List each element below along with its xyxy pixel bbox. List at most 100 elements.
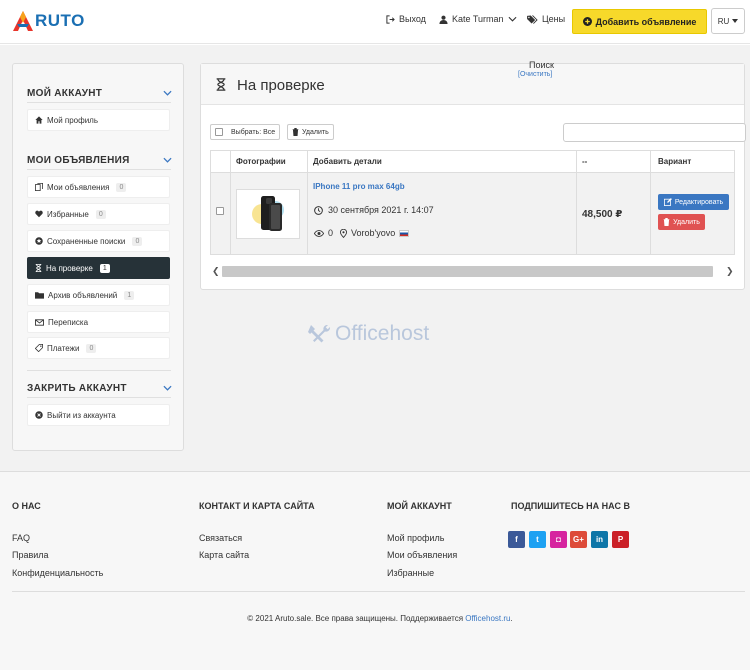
divider xyxy=(650,173,651,254)
divider xyxy=(307,151,308,173)
documents-icon xyxy=(35,183,43,191)
trash-icon xyxy=(292,128,299,136)
chevron-down-icon[interactable] xyxy=(163,157,172,163)
divider xyxy=(307,173,308,254)
close-account-title: ЗАКРИТЬ АККАУНТ xyxy=(27,383,127,394)
sidebar-item-pending[interactable]: На проверке 1 xyxy=(27,257,170,279)
sidebar-item-my-ads[interactable]: Мои объявления 0 xyxy=(27,176,170,198)
footer-link-rules[interactable]: Правила xyxy=(12,550,49,560)
column-header-price[interactable]: -- xyxy=(582,157,587,166)
divider xyxy=(27,370,171,371)
row-checkbox[interactable] xyxy=(216,207,224,215)
views-count: 0 xyxy=(328,228,334,238)
chevron-down-icon xyxy=(508,16,517,22)
search-label: Поиск xyxy=(529,60,554,70)
bulk-delete-label: Удалить xyxy=(302,128,329,136)
sidebar-item-logout[interactable]: Выйти из аккаунта xyxy=(27,404,170,426)
language-select[interactable]: RU xyxy=(711,8,745,34)
officehost-watermark: Officehost xyxy=(308,322,429,346)
logo[interactable]: RUTO xyxy=(12,9,85,33)
chevron-down-icon[interactable] xyxy=(163,385,172,391)
google-plus-icon[interactable]: G+ xyxy=(570,531,587,548)
pinterest-icon[interactable]: P xyxy=(612,531,629,548)
edit-icon xyxy=(663,198,672,206)
delete-button[interactable]: Удалить xyxy=(658,214,705,230)
search-clear-link[interactable]: [Очистить] xyxy=(518,71,552,78)
count-badge: 1 xyxy=(124,290,135,300)
phone-image xyxy=(252,196,284,231)
add-listing-button[interactable]: Добавить объявление xyxy=(572,9,707,34)
trash-icon xyxy=(663,218,670,226)
footer-divider xyxy=(12,591,745,592)
listing-date-text: 30 сентября 2021 г. 14:07 xyxy=(328,205,434,215)
select-all-checkbox[interactable] xyxy=(215,128,223,136)
page-title: На проверке xyxy=(237,77,325,94)
sidebar-item-label: Сохраненные поиски xyxy=(47,236,126,246)
clock-icon xyxy=(314,205,323,215)
count-badge: 1 xyxy=(99,263,110,273)
horizontal-scrollbar[interactable] xyxy=(222,266,713,277)
sidebar-item-payments[interactable]: Платежи 0 xyxy=(27,337,170,359)
sidebar-item-saved-searches[interactable]: Сохраненные поиски 0 xyxy=(27,230,170,252)
divider xyxy=(27,397,171,398)
linkedin-icon[interactable]: in xyxy=(591,531,608,548)
column-header-photos[interactable]: Фотографии xyxy=(236,157,286,166)
listing-title-link[interactable]: IPhone 11 pro max 64gb xyxy=(313,182,405,191)
folder-icon xyxy=(35,292,44,299)
eye-icon xyxy=(314,229,324,237)
tag-icon xyxy=(35,344,43,352)
logout-icon xyxy=(386,14,395,24)
sidebar-item-favorites[interactable]: Избранные 0 xyxy=(27,203,170,225)
scroll-left-arrow[interactable]: ❮ xyxy=(212,266,220,277)
column-header-details[interactable]: Добавить детали xyxy=(313,157,382,166)
twitter-icon[interactable]: t xyxy=(529,531,546,548)
footer-link-contact[interactable]: Связаться xyxy=(199,533,242,543)
select-all-button[interactable]: Выбрать: Все xyxy=(210,124,281,140)
footer-social-title: ПОДПИШИТЕСЬ НА НАС В xyxy=(511,501,630,511)
officehost-link[interactable]: Officehost.ru xyxy=(465,614,510,623)
footer-link-sitemap[interactable]: Карта сайта xyxy=(199,550,249,560)
listing-thumbnail[interactable] xyxy=(236,189,300,239)
column-header-option[interactable]: Вариант xyxy=(658,157,691,166)
sidebar-item-label: Переписка xyxy=(48,317,89,327)
watermark-text: Officehost xyxy=(335,322,430,345)
footer-about-title: О НАС xyxy=(12,501,41,511)
sidebar-item-label: Избранные xyxy=(47,209,89,219)
account-section-title: МОЙ АККАУНТ xyxy=(27,88,103,99)
envelope-icon xyxy=(35,318,44,326)
user-menu[interactable]: Kate Turman xyxy=(439,14,517,24)
star-circle-icon xyxy=(35,237,43,245)
footer-link-faq[interactable]: FAQ xyxy=(12,533,30,543)
footer-link-my-ads[interactable]: Мои объявления xyxy=(387,550,457,560)
footer xyxy=(0,471,750,670)
location-text: Vorob'yovo xyxy=(351,228,396,238)
logout-link[interactable]: Выход xyxy=(386,14,426,24)
footer-link-profile[interactable]: Мой профиль xyxy=(387,533,444,543)
language-value: RU xyxy=(717,16,730,26)
sidebar-item-label: Платежи xyxy=(47,343,80,353)
add-listing-label: Добавить объявление xyxy=(595,16,697,27)
hourglass-icon xyxy=(216,78,226,91)
logo-icon xyxy=(13,11,33,31)
sidebar-item-profile[interactable]: Мой профиль xyxy=(27,109,170,131)
sidebar-item-archive[interactable]: Архив объявлений 1 xyxy=(27,284,170,306)
listing-price: 48,500 ₽ xyxy=(582,209,623,220)
count-badge: 0 xyxy=(86,343,97,353)
copyright-text: © 2021 Aruto.sale. Все права защищены. П… xyxy=(247,614,466,623)
facebook-icon[interactable]: f xyxy=(508,531,525,548)
sidebar-item-messages[interactable]: Переписка xyxy=(27,311,170,333)
footer-link-privacy[interactable]: Конфиденциальность xyxy=(12,568,103,578)
search-input[interactable] xyxy=(563,123,746,142)
instagram-icon[interactable]: ◘ xyxy=(550,531,567,548)
caret-down-icon xyxy=(732,19,739,23)
chevron-down-icon[interactable] xyxy=(163,90,172,96)
footer-link-favorites[interactable]: Избранные xyxy=(387,568,434,578)
divider xyxy=(230,151,231,173)
scroll-right-arrow[interactable]: ❯ xyxy=(726,266,734,277)
prices-link[interactable]: Цены xyxy=(527,14,565,24)
bulk-delete-button[interactable]: Удалить xyxy=(287,124,334,140)
edit-button[interactable]: Редактировать xyxy=(658,194,729,210)
listing-date: 30 сентября 2021 г. 14:07 xyxy=(314,205,434,215)
divider xyxy=(27,169,171,170)
divider xyxy=(650,151,651,173)
